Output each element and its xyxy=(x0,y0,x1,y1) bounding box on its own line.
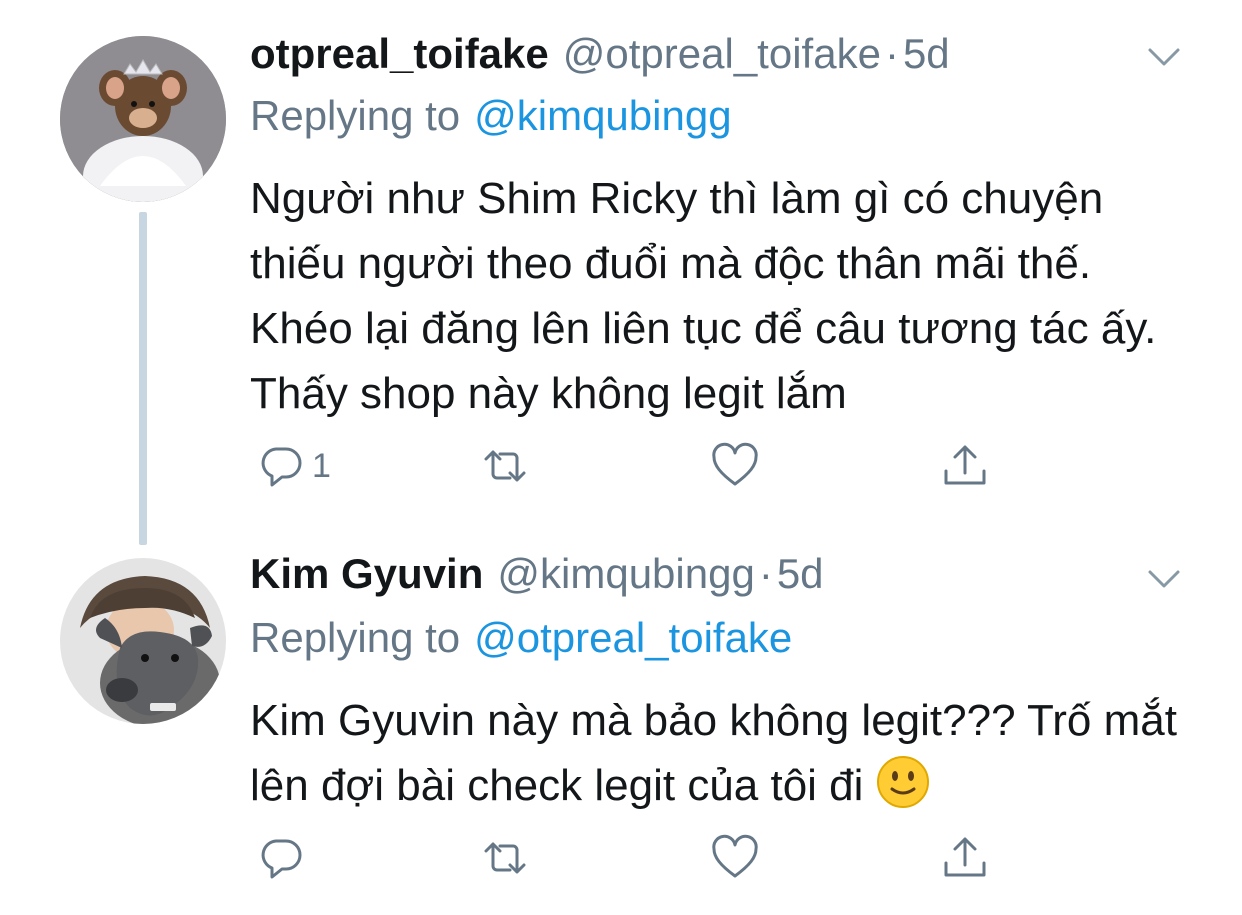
thread-line xyxy=(139,212,147,545)
user-handle[interactable]: @otpreal_toifake xyxy=(563,30,881,78)
share-button[interactable] xyxy=(940,436,990,496)
replying-to-mention[interactable]: @kimqubingg xyxy=(474,92,731,139)
retweet-icon xyxy=(484,842,526,874)
timestamp[interactable]: 5d xyxy=(903,30,950,78)
replying-to-label: Replying to xyxy=(250,614,461,661)
replying-to-mention[interactable]: @otpreal_toifake xyxy=(474,614,792,661)
tweet-actions: 1 xyxy=(250,436,1010,496)
tweet-text: Người như Shim Ricky thì làm gì có chuyệ… xyxy=(250,174,1157,418)
user-handle[interactable]: @kimqubingg xyxy=(497,550,754,598)
avatar[interactable] xyxy=(60,558,226,724)
separator-dot: · xyxy=(884,30,899,77)
avatar[interactable] xyxy=(60,36,226,202)
tweet[interactable]: otpreal_toifake @otpreal_toifake · 5d Re… xyxy=(0,0,1242,545)
tweet[interactable]: Kim Gyuvin @kimqubingg · 5d Replying to @… xyxy=(0,540,1242,915)
like-button[interactable] xyxy=(710,828,760,888)
tweet-text-container: Kim Gyuvin này mà bảo không legit??? Trố… xyxy=(250,688,1200,818)
reply-icon xyxy=(261,447,302,487)
chevron-down-icon[interactable] xyxy=(1142,556,1186,600)
reply-button[interactable]: 1 xyxy=(256,436,331,496)
share-icon xyxy=(944,837,986,877)
replying-to: Replying to @otpreal_toifake xyxy=(250,614,792,662)
tweet-header: otpreal_toifake @otpreal_toifake · 5d xyxy=(250,30,1182,86)
share-button[interactable] xyxy=(940,828,990,888)
reply-button[interactable] xyxy=(256,828,306,888)
share-icon xyxy=(944,445,986,485)
tweet-text: Kim Gyuvin này mà bảo không legit??? Trố… xyxy=(250,696,1177,810)
reply-count: 1 xyxy=(312,446,331,485)
chevron-down-icon[interactable] xyxy=(1142,34,1186,78)
like-button[interactable] xyxy=(710,436,760,496)
display-name[interactable]: otpreal_toifake xyxy=(250,30,549,78)
replying-to-label: Replying to xyxy=(250,92,461,139)
tweet-actions xyxy=(250,828,1010,888)
heart-icon xyxy=(712,834,758,878)
tweet-header: Kim Gyuvin @kimqubingg · 5d xyxy=(250,550,824,606)
slightly-smiling-face-icon xyxy=(875,754,931,810)
timestamp[interactable]: 5d xyxy=(777,550,824,598)
retweet-icon xyxy=(484,450,526,482)
person-with-dog-avatar-image xyxy=(60,558,226,724)
replying-to: Replying to @kimqubingg xyxy=(250,92,732,140)
display-name[interactable]: Kim Gyuvin xyxy=(250,550,483,598)
separator-dot: · xyxy=(758,550,773,597)
reply-icon xyxy=(261,839,302,879)
mouse-princess-avatar-image xyxy=(60,36,226,202)
retweet-button[interactable] xyxy=(480,436,530,496)
retweet-button[interactable] xyxy=(480,828,530,888)
heart-icon xyxy=(712,442,758,486)
